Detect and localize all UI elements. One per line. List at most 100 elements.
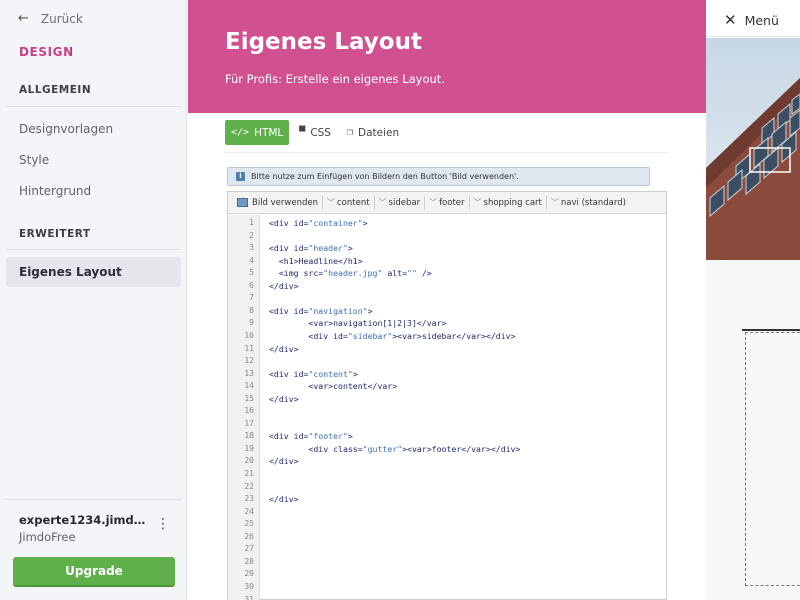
line-number: 21	[244, 469, 254, 478]
line-number: 20	[244, 456, 254, 466]
code-line: </div>	[269, 456, 299, 467]
line-number: 29	[244, 569, 254, 579]
tab-dateien[interactable]: ❐ Dateien	[341, 120, 405, 145]
menu-button[interactable]: ✕ Menü	[724, 11, 779, 29]
account-name: experte1234.jimdofre...	[19, 513, 147, 527]
line-number: 25	[244, 519, 254, 529]
tab-label: HTML	[254, 126, 284, 139]
divider	[6, 106, 181, 107]
chevron-down-icon: ﹀	[550, 198, 559, 207]
line-number: 30	[244, 581, 254, 591]
tool-label: navi (standard)	[560, 197, 626, 208]
code-line: <var>content</var>	[269, 381, 398, 392]
divider	[6, 499, 181, 500]
code-line: <div id="header">	[269, 243, 353, 254]
arrow-left-icon: ←	[18, 11, 29, 26]
divider	[6, 249, 181, 250]
tab-label: Dateien	[358, 126, 400, 139]
line-number: 11	[244, 343, 254, 353]
code-line: </div>	[269, 343, 299, 354]
code-line: <div id="content">	[269, 368, 358, 379]
page-title: Eigenes Layout	[225, 29, 422, 55]
code-line: <div class="gutter"><var>footer</var></d…	[269, 443, 521, 454]
chevron-down-icon: ﹀	[378, 198, 387, 207]
info-notice: i Bitte nutze zum Einfügen von Bildern d…	[227, 167, 650, 186]
more-options-icon[interactable]: ⋮	[156, 516, 170, 532]
insert-navi-button[interactable]: ﹀ navi (standard)	[547, 196, 630, 210]
bild-verwenden-button[interactable]: Bild verwenden	[233, 195, 323, 210]
divider	[225, 152, 669, 153]
line-number-gutter: 1 2 3 4 5 6 7 8 9 10 11 12 13 14 15 16 17 18 19 20 21 22 23 24 2…	[228, 215, 260, 600]
line-number: 3	[249, 243, 254, 253]
header-photo	[706, 38, 800, 260]
code-line: <var>navigation[1|2|3]</var>	[269, 318, 447, 329]
files-icon: ❐	[346, 127, 354, 138]
code-line: </div>	[269, 393, 299, 404]
line-number: 31	[244, 594, 254, 600]
line-number: 19	[244, 443, 254, 453]
group-label-erweitert: ERWEITERT	[19, 228, 91, 240]
line-number: 17	[244, 418, 254, 428]
insert-content-button[interactable]: ﹀ content	[323, 195, 375, 210]
line-number: 26	[244, 531, 254, 541]
line-number: 23	[244, 494, 254, 504]
code-line: <div id="footer">	[269, 431, 353, 442]
line-number: 10	[244, 330, 254, 340]
code-line: <img src="header.jpg" alt="" />	[269, 268, 432, 279]
line-number: 2	[249, 230, 254, 240]
code-line: <div id="navigation">	[269, 305, 373, 316]
info-text: Bitte nutze zum Einfügen von Bildern den…	[251, 172, 519, 181]
code-line: <h1>Headline</h1>	[269, 255, 363, 266]
sidebar-item-eigenes-layout[interactable]: Eigenes Layout	[6, 257, 181, 287]
tool-label: sidebar	[388, 197, 421, 208]
back-label: Zurück	[40, 11, 83, 26]
sidebar: ← Zurück DESIGN ALLGEMEIN Designvorlagen…	[0, 0, 187, 600]
editor-tabs: </> HTML ▀ CSS ❐ Dateien	[225, 120, 409, 145]
line-number: 24	[244, 506, 254, 516]
tab-label: CSS	[310, 126, 331, 139]
code-line: </div>	[269, 494, 299, 505]
line-number: 18	[244, 431, 254, 441]
insert-footer-button[interactable]: ﹀ footer	[425, 195, 470, 210]
insert-sidebar-button[interactable]: ﹀ sidebar	[375, 195, 426, 210]
line-number: 4	[249, 255, 254, 265]
code-line: <div id="container">	[269, 218, 368, 228]
line-number: 16	[244, 406, 254, 416]
insert-shopping-cart-button[interactable]: ﹀ shopping cart	[470, 195, 547, 210]
sidebar-item-designvorlagen[interactable]: Designvorlagen	[19, 122, 113, 136]
code-line: </div>	[269, 280, 299, 291]
section-title: DESIGN	[19, 45, 74, 59]
editor-toolbar: Bild verwenden ﹀ content ﹀ sidebar ﹀ foo…	[228, 192, 666, 214]
menu-label: Menü	[744, 12, 779, 28]
group-label-allgemein: ALLGEMEIN	[19, 84, 92, 96]
back-link[interactable]: ← Zurück	[18, 11, 83, 26]
code-editor[interactable]: Bild verwenden ﹀ content ﹀ sidebar ﹀ foo…	[227, 191, 667, 600]
line-number: 6	[249, 280, 254, 290]
line-number: 15	[244, 393, 254, 403]
tool-label: Bild verwenden	[252, 197, 318, 208]
upgrade-button[interactable]: Upgrade	[13, 557, 175, 587]
line-number: 22	[244, 481, 254, 491]
chevron-down-icon: ﹀	[429, 198, 438, 207]
tab-html[interactable]: </> HTML	[225, 120, 290, 145]
sidebar-item-style[interactable]: Style	[19, 153, 49, 167]
preview-content-placeholder	[745, 332, 800, 586]
tab-css[interactable]: ▀ CSS	[293, 120, 337, 145]
line-number: 7	[249, 293, 254, 303]
line-number: 8	[249, 305, 254, 315]
preview-divider	[742, 329, 800, 331]
image-icon	[237, 198, 248, 207]
sidebar-item-hintergrund[interactable]: Hintergrund	[19, 184, 91, 198]
line-number: 9	[249, 318, 254, 328]
close-icon: ✕	[724, 11, 737, 29]
account-plan: JimdoFree	[19, 530, 76, 544]
tool-label: shopping cart	[483, 197, 542, 208]
page-header: Eigenes Layout Für Profis: Erstelle ein …	[188, 0, 706, 113]
line-number: 28	[244, 556, 254, 566]
tool-label: footer	[439, 197, 465, 208]
line-number: 14	[244, 381, 254, 391]
line-number: 1	[249, 218, 254, 227]
chevron-down-icon: ﹀	[473, 198, 482, 207]
code-line: <div id="sidebar"><var>sidebar</var></di…	[269, 330, 516, 341]
chevron-down-icon: ﹀	[327, 198, 335, 207]
